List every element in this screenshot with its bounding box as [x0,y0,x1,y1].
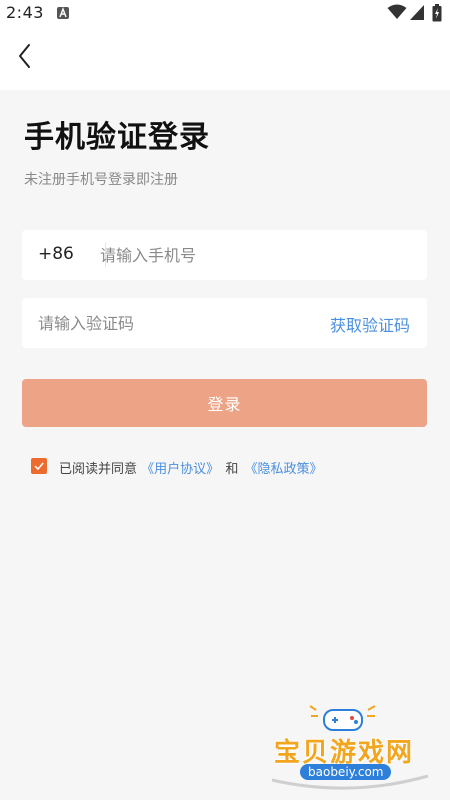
agree-text: 已阅读并同意 《用户协议》 和 《隐私政策》 [59,458,322,477]
nav-bar [0,26,450,90]
page-title: 手机验证登录 [24,120,210,155]
status-bar: 2:43 [0,0,450,26]
chevron-left-icon [19,44,30,68]
status-time: 2:43 [6,3,44,22]
phone-input[interactable] [100,230,400,280]
app-notification-icon [57,7,69,19]
signal-icon [410,5,424,20]
agree-joiner: 和 [225,462,239,477]
user-agreement-link[interactable]: 《用户协议》 [141,462,219,477]
login-button[interactable]: 登录 [22,379,427,427]
gamepad-icon [309,705,376,731]
watermark: 宝贝游戏网 baobeiy.com [270,704,440,794]
battery-icon [432,4,442,22]
check-icon [34,462,44,471]
wifi-icon [387,4,407,19]
agree-checkbox[interactable] [31,458,47,474]
code-input[interactable] [38,298,288,348]
country-code[interactable]: +86 [38,244,74,264]
back-button[interactable] [12,40,40,72]
swoosh-decoration [271,774,429,790]
page-subtitle: 未注册手机号登录即注册 [24,172,178,188]
code-field: 获取验证码 [22,298,427,348]
privacy-policy-link[interactable]: 《隐私政策》 [244,462,322,477]
phone-field: +86 [22,230,427,280]
agree-prefix: 已阅读并同意 [59,462,138,477]
get-code-button[interactable]: 获取验证码 [330,312,410,336]
